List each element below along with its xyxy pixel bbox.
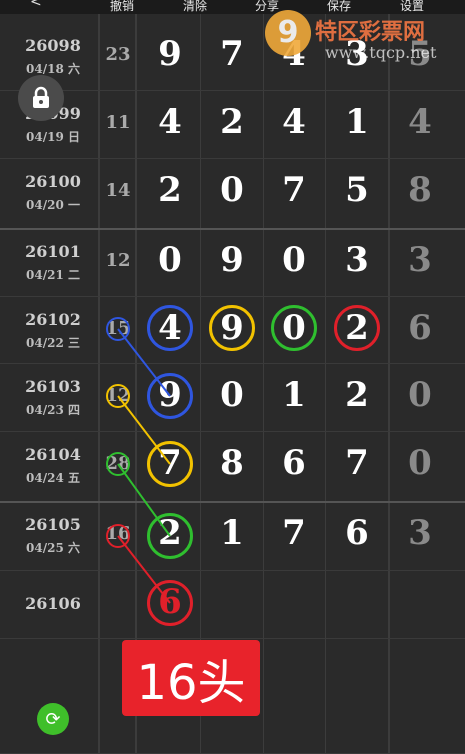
lock-icon (33, 86, 49, 108)
watermark-logo: 9 (265, 10, 311, 56)
blue-ring (147, 305, 193, 351)
watermark-url: www.tqcp.net (325, 43, 437, 62)
red-ring (147, 580, 193, 626)
refresh-icon: ⟳ (45, 708, 61, 730)
refresh-button[interactable]: ⟳ (37, 703, 69, 735)
blue-sum-ring (106, 317, 130, 341)
green-sum-ring (106, 452, 130, 476)
yellow-sum-ring (106, 384, 130, 408)
yellow-ring (209, 305, 255, 351)
lock-button[interactable] (18, 75, 64, 121)
red-ring (334, 305, 380, 351)
watermark-name: 特区彩票网 (315, 20, 426, 45)
green-ring (147, 513, 193, 559)
green-ring (271, 305, 317, 351)
red-sum-ring (106, 524, 130, 548)
watermark: 9 特区彩票网 www.tqcp.net (265, 10, 465, 70)
yellow-ring (147, 441, 193, 487)
blue-ring (147, 373, 193, 419)
result-badge: 16头 (122, 640, 260, 716)
